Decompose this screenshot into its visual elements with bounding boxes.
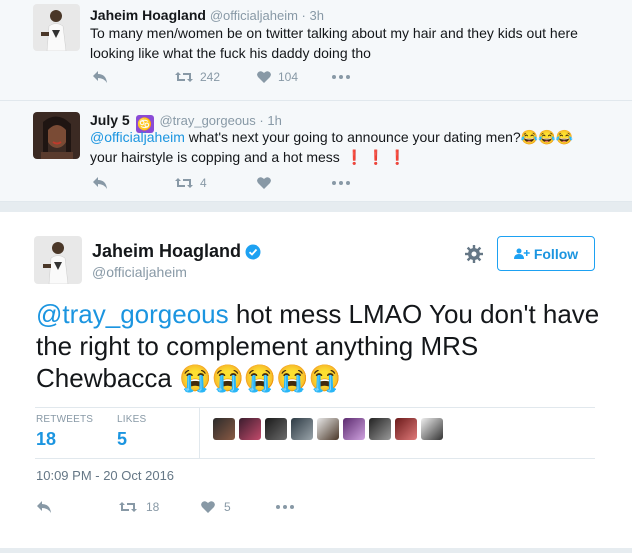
avatar[interactable] <box>213 418 235 440</box>
avatar[interactable] <box>395 418 417 440</box>
divider <box>35 458 595 459</box>
retweet-button[interactable]: 4 <box>174 176 256 190</box>
author-name[interactable]: Jaheim Hoagland <box>92 241 241 262</box>
avatar[interactable] <box>265 418 287 440</box>
tweet-text: @tray_gorgeous hot mess LMAO You don't h… <box>36 299 600 393</box>
more-button[interactable] <box>332 181 350 185</box>
divider <box>199 407 200 458</box>
avatar[interactable] <box>34 236 82 284</box>
add-user-icon <box>513 248 530 259</box>
heart-icon <box>257 177 271 189</box>
retweet-count: 4 <box>200 176 207 190</box>
reply-tweet-1[interactable]: Jaheim Hoagland @officialjaheim · 3h To … <box>0 0 632 101</box>
retweet-button[interactable]: 18 <box>118 500 200 514</box>
heart-icon <box>201 501 215 513</box>
reply-button[interactable] <box>92 70 174 84</box>
emoji: 😂😂😂 <box>520 129 573 145</box>
avatar[interactable] <box>291 418 313 440</box>
author-name[interactable]: Jaheim Hoagland <box>90 7 206 23</box>
reply-icon <box>37 501 51 513</box>
likes-stat[interactable]: LIKES 5 <box>117 414 146 450</box>
more-icon <box>276 505 294 509</box>
timestamp[interactable]: 10:09 PM - 20 Oct 2016 <box>36 468 174 483</box>
reply-button[interactable] <box>36 500 118 514</box>
retweet-count: 18 <box>146 500 160 514</box>
more-button[interactable] <box>332 75 350 79</box>
reply-button[interactable] <box>92 176 174 190</box>
retweet-icon <box>175 72 193 82</box>
exclamation-icons: ❗ ❗ ❗ <box>345 149 406 165</box>
like-button[interactable] <box>256 176 332 190</box>
reply-icon <box>93 177 107 189</box>
bottom-divider <box>0 548 632 553</box>
retweets-stat[interactable]: RETWEETS 18 <box>36 414 93 450</box>
author-handle[interactable]: @officialjaheim · 3h <box>210 8 324 23</box>
avatar[interactable] <box>369 418 391 440</box>
more-button[interactable] <box>276 505 294 509</box>
crying-emoji: 😭😭😭😭😭 <box>179 363 341 393</box>
retweet-count: 242 <box>200 70 221 84</box>
gear-icon[interactable] <box>465 245 483 263</box>
author-handle[interactable]: @tray_gorgeous · 1h <box>159 113 281 128</box>
reply-tweet-2[interactable]: July 5 ♋ @tray_gorgeous · 1h @officialja… <box>0 101 632 202</box>
tweet-actions: 18 5 <box>36 500 294 514</box>
avatar[interactable] <box>343 418 365 440</box>
tweet-text: @officialjaheim what's next your going t… <box>90 129 573 165</box>
heart-icon <box>257 71 271 83</box>
retweet-icon <box>175 178 193 188</box>
avatar[interactable] <box>33 112 80 159</box>
like-count: 104 <box>278 70 299 84</box>
follow-button[interactable]: Follow <box>497 236 595 271</box>
retweet-button[interactable]: 242 <box>174 70 256 84</box>
likers-avatars <box>213 418 443 440</box>
mention-link[interactable]: @officialjaheim <box>90 129 185 145</box>
avatar[interactable] <box>239 418 261 440</box>
avatar[interactable] <box>33 4 80 51</box>
mention-link[interactable]: @tray_gorgeous <box>36 299 229 329</box>
more-icon <box>332 75 350 79</box>
author-name[interactable]: July 5 <box>90 112 130 128</box>
divider <box>35 407 595 408</box>
author-handle[interactable]: @officialjaheim <box>92 264 187 280</box>
retweet-icon <box>119 502 137 512</box>
verified-icon <box>245 244 261 259</box>
tweet-text: To many men/women be on twitter talking … <box>90 25 578 61</box>
avatar[interactable] <box>421 418 443 440</box>
follow-label: Follow <box>533 245 579 262</box>
more-icon <box>332 181 350 185</box>
like-button[interactable]: 104 <box>256 70 332 84</box>
tweet-actions: 242 104 <box>92 70 350 84</box>
tweet-actions: 4 <box>92 176 350 190</box>
reply-icon <box>93 71 107 83</box>
like-button[interactable]: 5 <box>200 500 276 514</box>
like-count: 5 <box>224 500 231 514</box>
avatar[interactable] <box>317 418 339 440</box>
